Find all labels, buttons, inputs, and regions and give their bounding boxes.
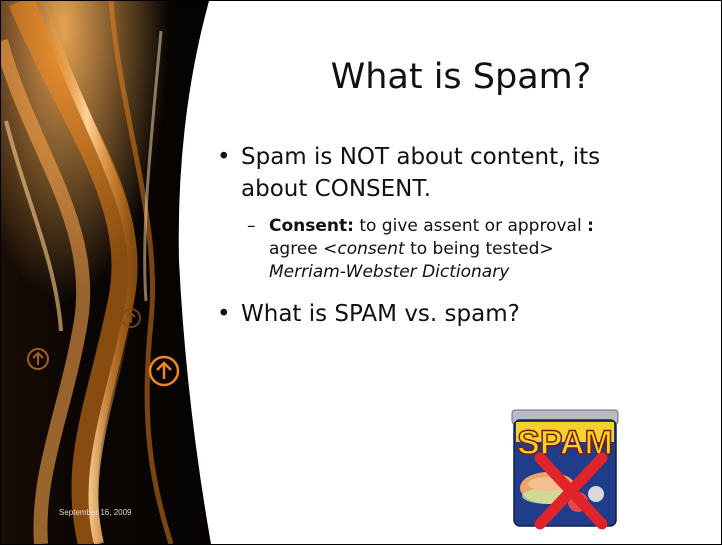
example-suffix: to being tested> (404, 239, 554, 259)
bullet-text-line: Spam is NOT about content, its (241, 144, 601, 170)
sub-bullet-item: – Consent: to give assent or approval : … (247, 215, 717, 284)
decorative-sidebar: September 16, 2009 (1, 1, 231, 544)
definition-text: to give assent or approval (353, 216, 588, 236)
definition-source: Merriam-Webster Dictionary (269, 261, 717, 284)
bullet-item: • What is SPAM vs. spam? (217, 298, 717, 330)
definition-colon: : (587, 216, 594, 236)
bullet-list: • Spam is NOT about content, its about C… (217, 141, 717, 330)
definition-term: Consent: (269, 216, 354, 236)
bullet-item: • Spam is NOT about content, its about C… (217, 141, 717, 205)
example-emphasis: consent (337, 239, 405, 259)
bullet-text-line: about CONSENT. (241, 176, 432, 202)
source-text: Merriam-Webster Dictionary (269, 262, 510, 282)
slide-title: What is Spam? (330, 57, 592, 97)
spam-can-image: SPAM (510, 406, 622, 530)
slide-date: September 16, 2009 (59, 508, 132, 517)
dash-glyph: – (247, 216, 256, 236)
example-prefix: agree < (269, 239, 338, 259)
definition-line: Consent: to give assent or approval : (269, 215, 717, 238)
bullet-glyph: • (217, 144, 231, 170)
definition-example: agree <consent to being tested> (269, 238, 717, 261)
slide: September 16, 2009 What is Spam? • Spam … (0, 0, 722, 545)
bullet-glyph: • (217, 301, 231, 327)
bullet-text-line: What is SPAM vs. spam? (241, 301, 520, 327)
